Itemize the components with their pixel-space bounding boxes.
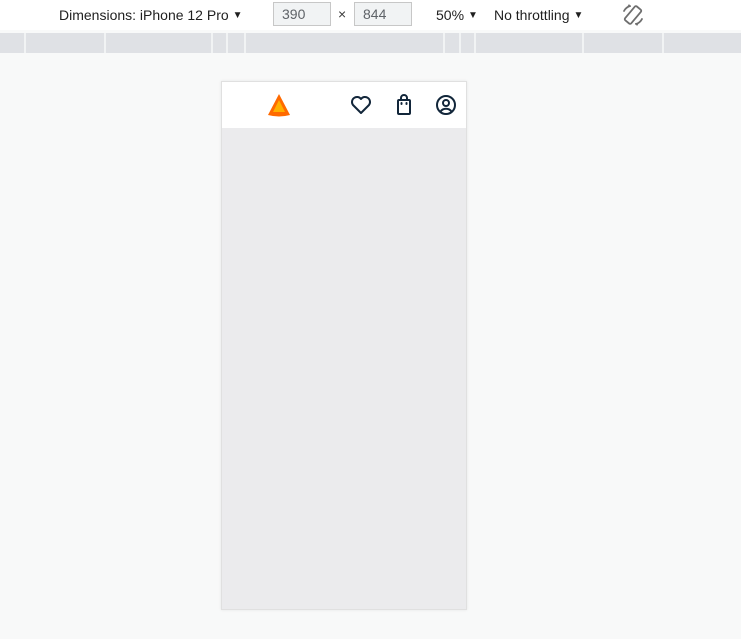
ruler-tick — [244, 33, 246, 53]
zoom-label: 50% — [436, 7, 465, 23]
ruler-tick — [443, 33, 445, 53]
device-viewport — [221, 81, 467, 610]
ruler-tick — [662, 33, 664, 53]
ruler-tick — [211, 33, 213, 53]
rotate-icon[interactable] — [620, 3, 646, 27]
zoom-dropdown[interactable]: 50% ▼ — [436, 0, 478, 30]
user-account-icon[interactable] — [434, 93, 458, 117]
zoom-caret-icon: ▼ — [468, 9, 478, 21]
throttling-dropdown[interactable]: No throttling ▼ — [494, 0, 583, 30]
dimensions-label: Dimensions: iPhone 12 Pro — [59, 7, 229, 23]
throttling-label: No throttling — [494, 7, 570, 23]
ruler-tick — [104, 33, 106, 53]
heart-icon[interactable] — [349, 93, 373, 117]
ruler-tick — [459, 33, 461, 53]
ruler-tick — [474, 33, 476, 53]
shopping-bag-icon[interactable] — [392, 93, 416, 117]
triangle-logo-icon[interactable] — [266, 92, 292, 118]
ruler-tick — [582, 33, 584, 53]
dimensions-caret-icon: ▼ — [232, 9, 243, 21]
ruler-tick — [226, 33, 228, 53]
device-toolbar: Dimensions: iPhone 12 Pro ▼ 390 × 844 50… — [0, 0, 741, 30]
app-header — [222, 82, 466, 128]
dimension-separator: × — [338, 6, 347, 22]
width-input[interactable]: 390 — [273, 2, 331, 26]
dimensions-dropdown[interactable]: Dimensions: iPhone 12 Pro ▼ — [59, 0, 243, 30]
throttling-caret-icon: ▼ — [573, 9, 584, 21]
media-query-ruler[interactable] — [0, 33, 741, 53]
height-input[interactable]: 844 — [354, 2, 412, 26]
ruler-tick — [24, 33, 26, 53]
